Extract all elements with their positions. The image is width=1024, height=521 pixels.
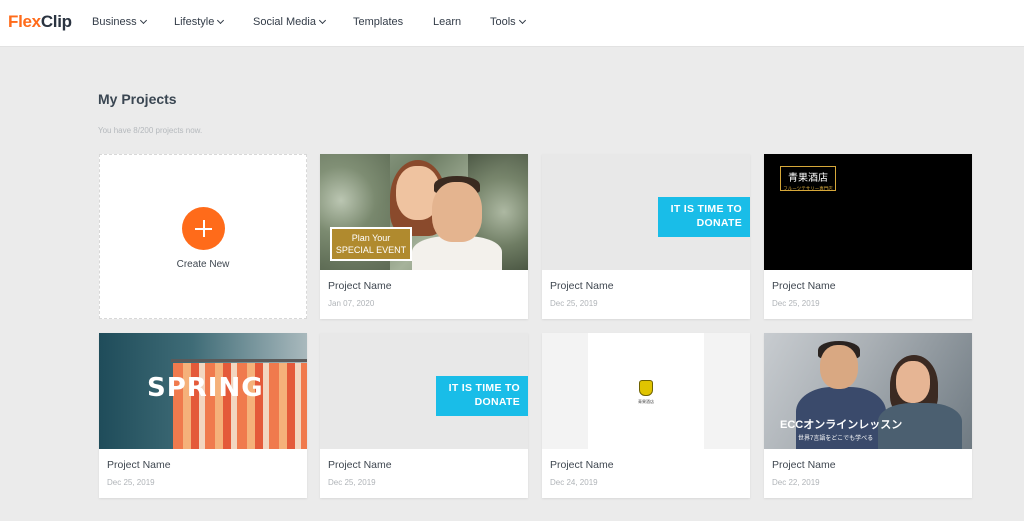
project-name: Project Name bbox=[550, 459, 614, 471]
chevron-down-icon bbox=[139, 16, 147, 25]
project-thumbnail: 青果酒店 フルーツテサリー専門店 bbox=[764, 154, 972, 270]
project-date: Dec 24, 2019 bbox=[550, 478, 598, 487]
project-thumbnail: Plan Your SPECIAL EVENT bbox=[320, 154, 528, 270]
project-date: Dec 22, 2019 bbox=[772, 478, 820, 487]
project-name: Project Name bbox=[107, 459, 171, 471]
nav-item-label: Lifestyle bbox=[174, 16, 215, 28]
project-thumbnail: ECCオンラインレッスン 世界7言語をどこでも学べる bbox=[764, 333, 972, 449]
project-card[interactable]: 青果酒店 フルーツテサリー専門店 Project Name Dec 25, 20… bbox=[764, 154, 972, 319]
thumbnail-text: 世界7言語をどこでも学べる bbox=[798, 436, 874, 442]
create-new-card[interactable]: Create New bbox=[99, 154, 307, 319]
chevron-down-icon bbox=[518, 16, 526, 25]
chevron-down-icon bbox=[318, 16, 327, 25]
project-name: Project Name bbox=[550, 280, 614, 292]
thumbnail-text: 青果酒店 bbox=[788, 173, 828, 184]
thumbnail-text: ECCオンラインレッスン bbox=[780, 419, 903, 431]
fruit-shop-logo-icon bbox=[639, 380, 653, 396]
thumbnail-text: IT IS TIME TO bbox=[670, 203, 742, 215]
main-nav: Business Lifestyle Social Media Template… bbox=[0, 0, 1024, 47]
project-name: Project Name bbox=[772, 459, 836, 471]
nav-item-label: Social Media bbox=[253, 16, 316, 28]
nav-item-label: Business bbox=[92, 16, 137, 28]
project-count-text: You have 8/200 projects now. bbox=[98, 126, 203, 135]
chevron-down-icon bbox=[217, 16, 225, 25]
project-name: Project Name bbox=[328, 459, 392, 471]
project-name: Project Name bbox=[328, 280, 392, 292]
project-date: Dec 25, 2019 bbox=[772, 299, 820, 308]
thumbnail-caption: IT IS TIME TO DONATE bbox=[658, 197, 750, 237]
project-date: Jan 07, 2020 bbox=[328, 299, 375, 308]
project-date: Dec 25, 2019 bbox=[328, 478, 376, 487]
thumbnail-text: Plan Your bbox=[351, 233, 391, 243]
thumbnail-text: 青果酒店 bbox=[638, 399, 654, 404]
plus-icon[interactable] bbox=[182, 207, 225, 250]
nav-item-templates[interactable]: Templates bbox=[353, 16, 403, 28]
project-thumbnail: IT IS TIME TO DONATE bbox=[320, 333, 528, 449]
nav-item-social-media[interactable]: Social Media bbox=[253, 16, 327, 28]
nav-item-business[interactable]: Business bbox=[92, 16, 147, 28]
nav-item-lifestyle[interactable]: Lifestyle bbox=[174, 16, 225, 28]
page-title: My Projects bbox=[98, 91, 177, 107]
thumbnail-text: SPRING bbox=[147, 373, 264, 403]
project-thumbnail: SPRING bbox=[99, 333, 307, 449]
nav-item-label: Tools bbox=[490, 16, 516, 28]
create-new-label: Create New bbox=[176, 259, 230, 270]
project-date: Dec 25, 2019 bbox=[107, 478, 155, 487]
project-thumbnail: IT IS TIME TO DONATE bbox=[542, 154, 750, 270]
thumbnail-text: IT IS TIME TO bbox=[448, 382, 520, 394]
nav-item-tools[interactable]: Tools bbox=[490, 16, 526, 28]
project-thumbnail: 青果酒店 bbox=[542, 333, 750, 449]
project-date: Dec 25, 2019 bbox=[550, 299, 598, 308]
project-card[interactable]: ECCオンラインレッスン 世界7言語をどこでも学べる Project Name … bbox=[764, 333, 972, 498]
nav-item-label: Templates bbox=[353, 16, 404, 28]
thumbnail-caption: Plan Your SPECIAL EVENT bbox=[330, 227, 412, 261]
top-navigation-bar: FlexClip Business Lifestyle Social Media… bbox=[0, 0, 1024, 47]
project-card[interactable]: SPRING Project Name Dec 25, 2019 bbox=[99, 333, 307, 498]
nav-item-label: Learn bbox=[433, 16, 462, 28]
thumbnail-text: SPECIAL EVENT bbox=[335, 245, 407, 255]
shop-sign-logo: 青果酒店 フルーツテサリー専門店 bbox=[780, 166, 836, 191]
thumbnail-text: DONATE bbox=[696, 217, 742, 229]
nav-item-learn[interactable]: Learn bbox=[433, 16, 461, 28]
project-card[interactable]: Plan Your SPECIAL EVENT Project Name Jan… bbox=[320, 154, 528, 319]
project-card[interactable]: IT IS TIME TO DONATE Project Name Dec 25… bbox=[320, 333, 528, 498]
project-name: Project Name bbox=[772, 280, 836, 292]
thumbnail-text: DONATE bbox=[474, 396, 520, 408]
thumbnail-text: フルーツテサリー専門店 bbox=[783, 186, 833, 191]
project-card[interactable]: 青果酒店 Project Name Dec 24, 2019 bbox=[542, 333, 750, 498]
thumbnail-caption: IT IS TIME TO DONATE bbox=[436, 376, 528, 416]
project-card[interactable]: IT IS TIME TO DONATE Project Name Dec 25… bbox=[542, 154, 750, 319]
